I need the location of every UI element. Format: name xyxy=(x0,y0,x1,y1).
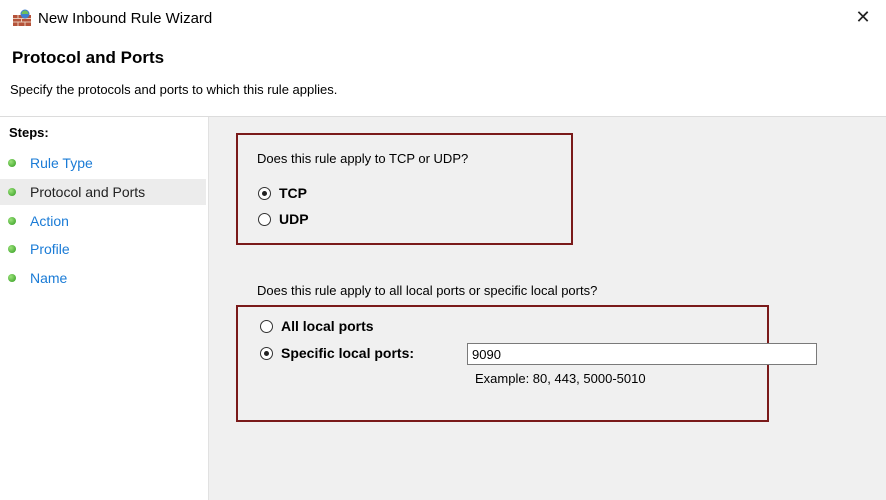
green-dot-icon xyxy=(8,159,16,167)
sidebar-item-name[interactable]: Name xyxy=(0,265,206,291)
sidebar-item-protocol-and-ports[interactable]: Protocol and Ports xyxy=(0,179,206,205)
sidebar-item-label: Name xyxy=(30,270,68,286)
specific-local-ports-radio[interactable] xyxy=(260,346,273,360)
close-icon[interactable]: ✕ xyxy=(840,0,886,34)
green-dot-icon xyxy=(8,274,16,282)
protocol-question: Does this rule apply to TCP or UDP? xyxy=(257,151,469,166)
green-dot-icon xyxy=(8,217,16,225)
specific-local-ports-option[interactable]: Specific local ports: xyxy=(260,345,414,361)
wizard-content: Does this rule apply to TCP or UDP? TCP … xyxy=(209,117,886,500)
ports-example-text: Example: 80, 443, 5000-5010 xyxy=(475,371,646,386)
sidebar-item-rule-type[interactable]: Rule Type xyxy=(0,150,206,176)
sidebar-item-action[interactable]: Action xyxy=(0,208,206,234)
tcp-radio-option[interactable]: TCP xyxy=(258,185,307,201)
all-local-ports-option[interactable]: All local ports xyxy=(260,318,374,334)
specific-local-ports-label: Specific local ports: xyxy=(281,345,415,361)
udp-label: UDP xyxy=(279,211,309,227)
sidebar-item-label: Profile xyxy=(30,241,70,257)
tcp-radio[interactable] xyxy=(258,186,271,200)
sidebar-item-label: Rule Type xyxy=(30,155,93,171)
sidebar-item-profile[interactable]: Profile xyxy=(0,236,206,262)
page-title: Protocol and Ports xyxy=(12,48,165,67)
udp-radio-option[interactable]: UDP xyxy=(258,211,309,227)
all-local-ports-radio[interactable] xyxy=(260,319,273,333)
page-subtitle: Specify the protocols and ports to which… xyxy=(10,82,338,97)
steps-title: Steps: xyxy=(9,125,49,140)
udp-radio[interactable] xyxy=(258,212,271,226)
sidebar-item-label: Action xyxy=(30,213,69,229)
green-dot-icon xyxy=(8,188,16,196)
specific-ports-input[interactable] xyxy=(467,343,817,365)
wizard-header: Protocol and Ports Specify the protocols… xyxy=(0,38,886,117)
sidebar-item-label: Protocol and Ports xyxy=(30,184,146,200)
tcp-label: TCP xyxy=(279,185,307,201)
steps-sidebar: Steps: Rule Type Protocol and Ports Acti… xyxy=(0,117,209,500)
window-title: New Inbound Rule Wizard xyxy=(38,10,213,27)
firewall-wall-icon xyxy=(13,9,31,26)
title-bar: New Inbound Rule Wizard ✕ xyxy=(0,0,886,38)
ports-question: Does this rule apply to all local ports … xyxy=(257,283,598,298)
green-dot-icon xyxy=(8,245,16,253)
all-local-ports-label: All local ports xyxy=(281,318,374,334)
